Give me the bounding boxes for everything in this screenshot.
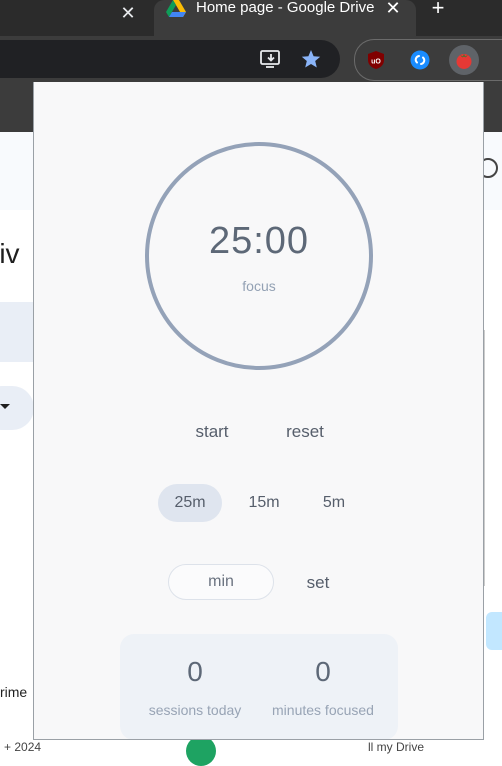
drive-page-title: riv xyxy=(0,238,20,269)
reset-button[interactable]: reset xyxy=(272,422,338,442)
preset-5m-button[interactable]: 5m xyxy=(306,484,362,522)
set-button[interactable]: set xyxy=(294,573,342,593)
divider xyxy=(484,330,485,586)
sessions-today-value: 0 xyxy=(187,656,203,687)
stats-panel: 0 sessions today 0 minutes focused xyxy=(120,634,398,739)
file-date: + 2024 xyxy=(4,740,42,754)
google-drive-icon xyxy=(166,0,186,17)
svg-text:uO: uO xyxy=(371,59,381,66)
drive-header-left xyxy=(0,132,34,210)
bookmark-star-icon[interactable] xyxy=(300,49,322,69)
tab-strip: ✕ Home page - Google Drive ✕ + xyxy=(0,0,502,36)
file-list-label: rime xyxy=(0,684,28,700)
chevron-down-icon xyxy=(0,404,10,409)
file-location: ll my Drive xyxy=(368,740,424,754)
pomodoro-tomato-extension[interactable] xyxy=(449,45,479,75)
minutes-focused-label: minutes focused xyxy=(272,702,374,718)
address-bar[interactable] xyxy=(0,40,340,78)
prev-tab-close-icon[interactable]: ✕ xyxy=(120,4,136,22)
timer-display: 25:00 xyxy=(208,220,310,262)
minutes-focused-value: 0 xyxy=(315,656,331,687)
tab-google-drive[interactable]: Home page - Google Drive ✕ xyxy=(154,0,416,36)
preset-15m-button[interactable]: 15m xyxy=(234,484,294,522)
preset-25m-button[interactable]: 25m xyxy=(158,484,222,522)
shazam-icon xyxy=(410,50,430,70)
install-app-icon[interactable] xyxy=(260,49,282,69)
browser-toolbar: uO xyxy=(0,36,502,82)
ublock-origin-extension[interactable]: uO xyxy=(361,45,391,75)
new-tab-button[interactable]: + xyxy=(428,0,448,19)
tomato-icon xyxy=(456,54,472,69)
custom-minutes-input[interactable] xyxy=(168,564,274,600)
pomodoro-popup: 25:00 focus start reset 25m 15m 5m set 0… xyxy=(33,82,484,740)
timer-mode-label: focus xyxy=(242,278,276,294)
sessions-today-label: sessions today xyxy=(148,702,242,718)
extensions-area: uO xyxy=(354,39,502,81)
tab-title: Home page - Google Drive xyxy=(196,0,375,16)
shazam-extension[interactable] xyxy=(405,45,435,75)
start-button[interactable]: start xyxy=(180,422,244,442)
tab-close-icon[interactable]: ✕ xyxy=(384,0,402,18)
owner-avatar xyxy=(186,736,216,766)
ublock-shield-icon: uO xyxy=(368,51,384,69)
list-view-toggle[interactable] xyxy=(486,612,502,650)
sidebar-selected-item[interactable] xyxy=(0,302,34,362)
